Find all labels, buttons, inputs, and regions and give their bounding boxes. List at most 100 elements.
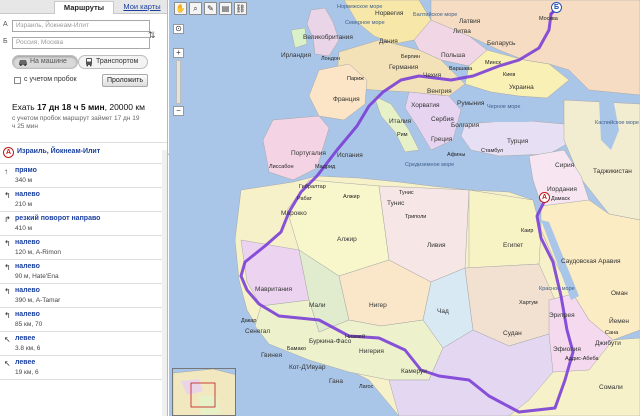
- city-label: Москва: [539, 16, 558, 22]
- country-label: Таджикистан: [593, 168, 632, 175]
- point-b-letter: Б: [3, 38, 8, 45]
- city-label: Каир: [521, 228, 534, 234]
- route-step-name: налево: [15, 287, 40, 294]
- summary-duration: 17 дн 18 ч 5 мин: [37, 102, 105, 112]
- route-step-name: левее: [15, 335, 36, 342]
- point-a-letter: А: [3, 21, 8, 28]
- country-label: Иордания: [547, 186, 577, 193]
- route-step-item[interactable]: ↖ левее 19 км, 6: [0, 356, 167, 380]
- city-label: Сана: [605, 330, 619, 336]
- turn-left-icon: ↰: [4, 263, 11, 272]
- tab-routes[interactable]: Маршруты: [54, 1, 114, 14]
- route-step-distance: 210 м: [15, 201, 33, 208]
- sea-label: Балтийское море: [413, 12, 458, 18]
- route-start-item[interactable]: А Израиль, Йокнеам-Илит: [0, 142, 167, 164]
- route-step-item[interactable]: ↰ налево 120 м, A-Rimon: [0, 236, 167, 260]
- route-step-item[interactable]: ↰ налево 210 м: [0, 188, 167, 212]
- country-label: Гвинея: [261, 352, 282, 359]
- city-label: Афины: [447, 152, 466, 158]
- mode-transit-button[interactable]: Транспортом: [78, 55, 148, 69]
- city-label: Минск: [485, 60, 501, 66]
- city-label: Лагос: [359, 384, 374, 390]
- map-geography: [234, 0, 640, 416]
- summary-distance: , 20000 км: [104, 102, 145, 112]
- route-step-name: резкий поворот направо: [15, 215, 101, 222]
- link-icon[interactable]: ⛓: [234, 2, 247, 15]
- point-a-badge-icon: А: [3, 147, 14, 158]
- route-step-item[interactable]: ↱ резкий поворот направо 410 м: [0, 212, 167, 236]
- country-label: Дания: [379, 38, 398, 45]
- route-step-distance: 3.8 км, 6: [15, 345, 41, 352]
- zoom-in-button[interactable]: +: [173, 48, 184, 58]
- land-iberia: [262, 115, 330, 181]
- country-label: Гана: [329, 378, 343, 385]
- mode-transit-label: Транспортом: [96, 58, 139, 65]
- country-label: Марокко: [281, 210, 307, 217]
- land-uk: [306, 7, 340, 57]
- route-step-distance: 410 м: [15, 225, 33, 232]
- country-label: Польша: [441, 52, 466, 59]
- country-label: Ирландия: [281, 52, 312, 59]
- city-label: Лиссабон: [269, 164, 294, 170]
- traffic-checkbox[interactable]: [14, 77, 21, 84]
- magnifier-icon[interactable]: ⌕: [189, 2, 202, 15]
- country-label: Камерун: [401, 368, 427, 375]
- city-label: Алжир: [343, 194, 360, 200]
- city-label: Киев: [503, 72, 516, 78]
- overview-minimap[interactable]: [172, 368, 236, 416]
- turn-left-icon: ↰: [4, 287, 11, 296]
- ruler-icon[interactable]: ✎: [204, 2, 217, 15]
- point-a-input[interactable]: Израиль, Йокнеам-Илит: [12, 20, 150, 32]
- country-label: Саудовская Аравия: [561, 258, 621, 265]
- sea-label: Каспийское море: [595, 120, 639, 126]
- panel-tabs: Маршруты Мои карты: [0, 0, 167, 14]
- car-icon: [18, 57, 28, 72]
- route-step-item[interactable]: ↰ налево 90 м, Hate'Ena: [0, 260, 167, 284]
- route-start-pin-icon[interactable]: А: [539, 192, 550, 203]
- city-label: Гибралтар: [299, 184, 326, 190]
- zoom-slider[interactable]: [176, 60, 181, 104]
- city-label: Аддис-Абеба: [565, 356, 599, 362]
- route-start-name: Израиль, Йокнеам-Илит: [17, 148, 101, 155]
- point-a-row: А Израиль, Йокнеам-Илит: [3, 20, 163, 32]
- route-summary: Ехать 17 дн 18 ч 5 мин, 20000 км: [12, 102, 162, 112]
- build-route-button[interactable]: Проложить: [102, 74, 148, 87]
- country-label: Германия: [389, 64, 419, 71]
- route-step-distance: 19 км, 6: [15, 369, 39, 376]
- zoom-out-button[interactable]: −: [173, 106, 184, 116]
- country-label: Эритрея: [549, 312, 575, 319]
- country-label: Турция: [507, 138, 529, 145]
- country-label: Франция: [333, 96, 360, 103]
- route-list-scrollbar[interactable]: [162, 150, 167, 416]
- route-step-item[interactable]: ↑ прямо 340 м: [0, 164, 167, 188]
- country-label: Испания: [337, 152, 363, 159]
- country-label: Греция: [431, 136, 453, 143]
- country-label: Хорватия: [411, 102, 440, 109]
- hand-icon[interactable]: ✋: [174, 2, 187, 15]
- mode-car-label: На машине: [30, 58, 67, 65]
- country-label: Алжир: [337, 236, 357, 243]
- route-step-item[interactable]: ↰ налево 85 км, 70: [0, 308, 167, 332]
- country-label: Норвегия: [375, 10, 404, 17]
- route-step-item[interactable]: ↖ левее 3.8 км, 6: [0, 332, 167, 356]
- print-icon[interactable]: ▤: [219, 2, 232, 15]
- route-steps-list: А Израиль, Йокнеам-Илит ↑ прямо 340 м ↰ нале…: [0, 142, 167, 380]
- country-label: Италия: [389, 118, 412, 125]
- point-b-input[interactable]: Россия, Москва: [12, 37, 150, 49]
- tab-my-maps[interactable]: Мои карты: [118, 1, 166, 14]
- turn-left-icon: ↰: [4, 239, 11, 248]
- country-label: Румыния: [457, 100, 485, 107]
- yandex-maps-app: Маршруты Мои карты А Израиль, Йокнеам-Ил…: [0, 0, 640, 416]
- bus-icon: [84, 57, 94, 72]
- country-label: Болгария: [451, 122, 480, 129]
- route-step-name: налево: [15, 263, 40, 270]
- map-canvas[interactable]: Норвежское море Северное море Балтийское…: [169, 0, 640, 416]
- route-step-item[interactable]: ↰ налево 390 м, A-Tamar: [0, 284, 167, 308]
- mode-car-button[interactable]: На машине: [12, 55, 78, 69]
- city-label: Тунис: [399, 190, 414, 196]
- city-label: Париж: [347, 76, 364, 82]
- route-end-pin-icon[interactable]: Б: [551, 2, 562, 13]
- compass-icon[interactable]: ⊙: [173, 24, 184, 34]
- route-step-name: прямо: [15, 167, 37, 174]
- country-label: Джибути: [595, 340, 621, 347]
